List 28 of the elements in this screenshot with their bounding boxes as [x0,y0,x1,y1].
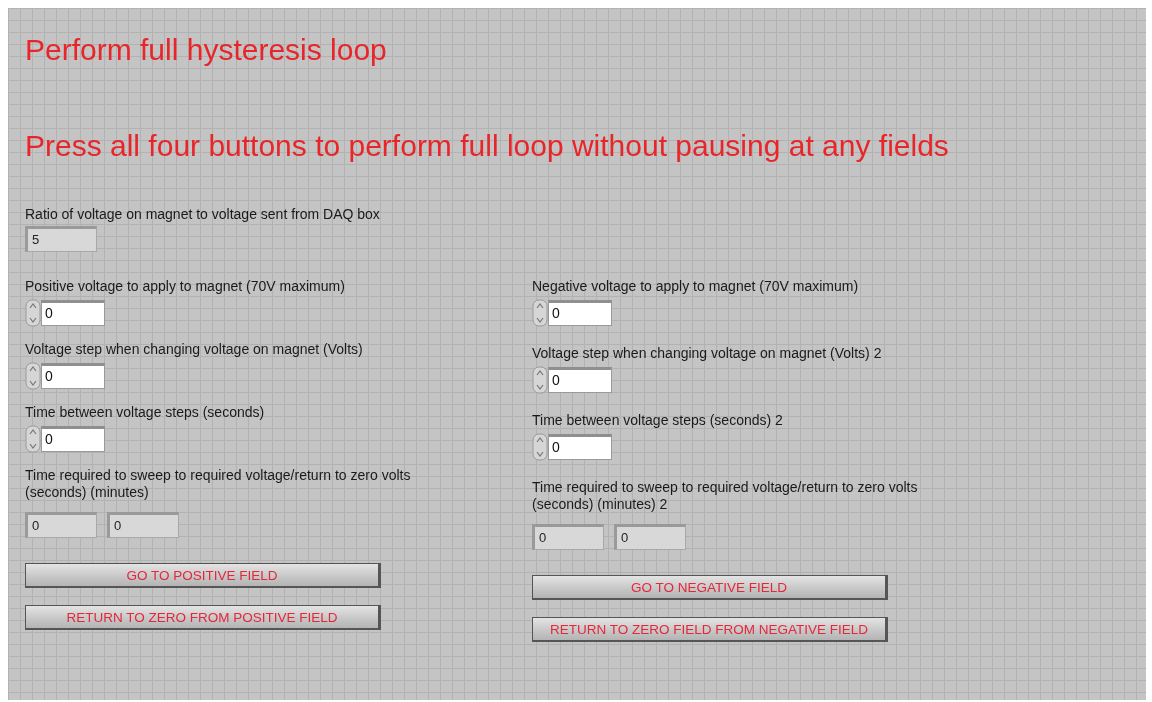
field-label: Voltage step when changing voltage on magnet (Volts) 2 [532,345,883,362]
ratio-field[interactable]: 5 [25,226,97,252]
field-label: Negative voltage to apply to magnet (70V maximum) [532,278,860,295]
minutes-field: 0 [614,524,686,550]
field-label: Voltage step when changing voltage on magnet (Volts) [25,341,364,358]
spin-arrows[interactable] [25,362,41,390]
field-label: Time between voltage steps (seconds) [25,404,266,421]
field-label: Time required to sweep to required voltage/return to zero volts (seconds) (minutes) 2 [532,479,919,513]
spin-arrows[interactable] [25,425,41,453]
numeric-input[interactable]: 0 [41,300,105,326]
seconds-field: 0 [25,512,97,538]
field-label: Positive voltage to apply to magnet (70V maximum) [25,278,346,295]
panel-title: Perform full hysteresis loop [25,32,388,68]
instruction-text: Press all four buttons to perform full loop without pausing at any fields [25,128,950,164]
minutes-field: 0 [107,512,179,538]
spin-arrows[interactable] [532,366,548,394]
spin-arrows[interactable] [25,299,41,327]
numeric-input[interactable]: 0 [41,426,105,452]
numeric-input[interactable]: 0 [41,363,105,389]
seconds-field: 0 [532,524,604,550]
numeric-input[interactable]: 0 [548,434,612,460]
spin-arrows[interactable] [532,433,548,461]
spin-arrows[interactable] [532,299,548,327]
field-label: Ratio of voltage on magnet to voltage sent from DAQ box [25,206,381,223]
field-label: Time between voltage steps (seconds) 2 [532,412,784,429]
field-label: Time required to sweep to required voltage/return to zero volts (seconds) (minutes) [25,467,412,501]
numeric-input[interactable]: 0 [548,367,612,393]
numeric-input[interactable]: 0 [548,300,612,326]
